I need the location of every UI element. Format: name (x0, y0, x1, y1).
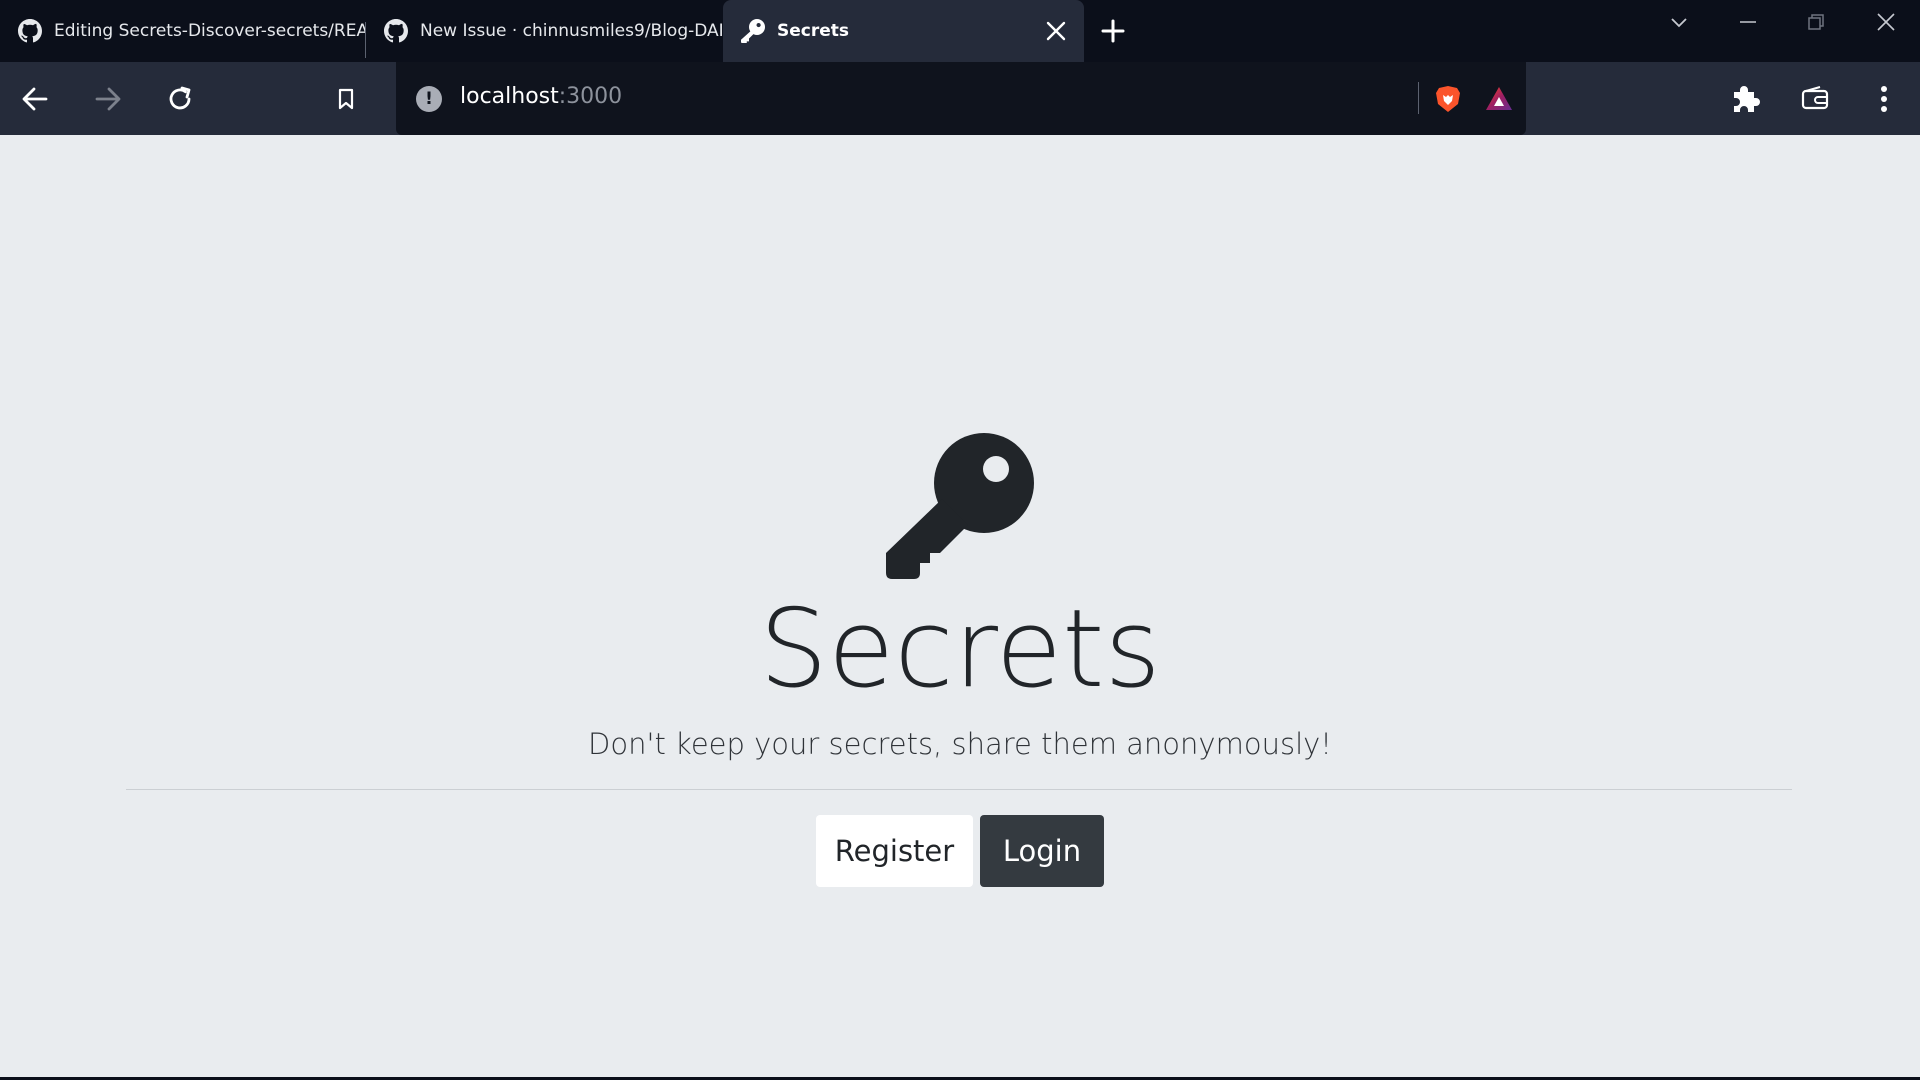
key-icon (741, 19, 765, 43)
new-tab-button[interactable] (1096, 14, 1130, 48)
tab-secrets[interactable]: Secrets (723, 0, 1084, 62)
reload-button[interactable] (161, 80, 199, 118)
arrow-right-icon (95, 87, 121, 111)
register-button[interactable]: Register (816, 815, 973, 887)
bat-triangle-icon (1486, 87, 1512, 110)
menu-button[interactable] (1865, 80, 1903, 118)
key-icon (884, 433, 1034, 583)
page-title: Secrets (759, 587, 1161, 712)
restore-icon (1808, 14, 1824, 30)
tab-strip: Editing Secrets-Discover-secrets/README.… (0, 0, 1920, 62)
restore-button[interactable] (1788, 0, 1844, 44)
back-button[interactable] (16, 80, 54, 118)
github-icon (384, 19, 408, 43)
tab-title: New Issue · chinnusmiles9/Blog-DAILY (420, 21, 723, 41)
tab-title: Secrets (777, 21, 850, 41)
chevron-down-icon (1671, 18, 1687, 28)
close-icon (1877, 13, 1895, 31)
wallet-button[interactable] (1796, 80, 1834, 118)
minimize-button[interactable] (1720, 0, 1776, 44)
brave-lion-icon (1436, 86, 1460, 112)
url-host: localhost (460, 84, 559, 109)
forward-button[interactable] (89, 80, 127, 118)
tab-title: Editing Secrets-Discover-secrets/README.… (54, 21, 365, 41)
reload-icon (169, 86, 191, 110)
wallet-icon (1801, 86, 1829, 110)
tab-editing-readme[interactable]: Editing Secrets-Discover-secrets/README.… (0, 0, 365, 62)
login-button[interactable]: Login (980, 815, 1104, 887)
bookmark-icon (338, 88, 354, 110)
close-window-button[interactable] (1858, 0, 1914, 44)
tab-search-chevron-button[interactable] (1651, 0, 1707, 44)
close-tab-button[interactable] (1042, 17, 1070, 45)
url-port: :3000 (558, 84, 623, 109)
brave-shields-button[interactable] (1433, 84, 1463, 114)
page-lead: Don't keep your secrets, share them anon… (588, 727, 1332, 761)
more-vertical-icon (1881, 86, 1887, 112)
address-url[interactable]: localhost:3000 (460, 84, 622, 109)
brave-rewards-button[interactable] (1484, 84, 1514, 114)
arrow-left-icon (22, 87, 48, 111)
minimize-icon (1740, 21, 1756, 23)
site-info-icon[interactable]: ! (416, 86, 442, 112)
puzzle-icon (1734, 86, 1760, 112)
address-divider (1418, 82, 1419, 114)
github-icon (18, 19, 42, 43)
address-bar[interactable]: ! localhost:3000 (396, 62, 1526, 135)
tab-new-issue[interactable]: New Issue · chinnusmiles9/Blog-DAILY (366, 0, 723, 62)
extensions-button[interactable] (1727, 80, 1765, 118)
divider (126, 789, 1792, 790)
bookmark-button[interactable] (327, 80, 365, 118)
